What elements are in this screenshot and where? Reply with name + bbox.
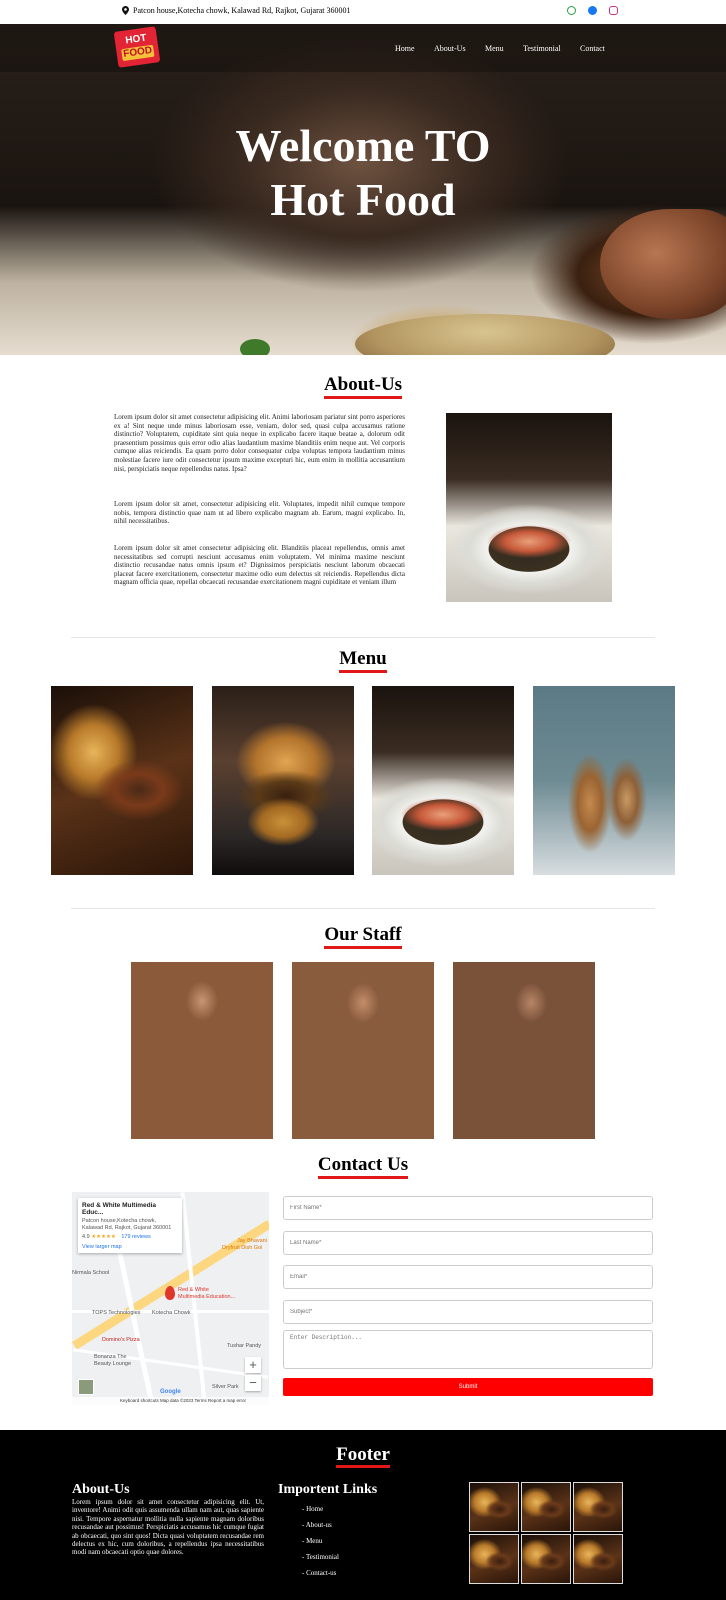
map-pin-label-2: Multimedia Education...	[178, 1294, 236, 1300]
staff-photo-2	[292, 962, 434, 1139]
google-logo: Google	[160, 1389, 181, 1395]
hero-herb-image	[240, 339, 270, 355]
footer: Footer About-Us Lorem ipsum dolor sit am…	[0, 1430, 726, 1600]
map-label: TOPS Technologies	[92, 1310, 141, 1316]
staff-section-title: Our Staff	[0, 924, 726, 949]
last-name-field[interactable]	[283, 1231, 653, 1255]
about-title-text: About-Us	[323, 375, 403, 399]
map-pin-label-1: Red & White	[178, 1287, 209, 1293]
about-section-title: About-Us	[0, 374, 726, 399]
menu-title-text: Menu	[339, 649, 387, 673]
nav-link-contact[interactable]: Contact	[580, 44, 605, 53]
divider	[71, 908, 655, 909]
embedded-map[interactable]: Red & White Multimedia Educ... Patcon ho…	[72, 1192, 269, 1405]
email-field[interactable]	[283, 1265, 653, 1289]
map-label: Dryfruit Dish Gol	[222, 1245, 263, 1251]
nav-link-about[interactable]: About-Us	[434, 44, 466, 53]
menu-item-drinks-image[interactable]	[533, 686, 675, 875]
logo-text-hot: HOT	[124, 32, 148, 47]
top-bar: Patcon house,Kotecha chowk, Kalawad Rd, …	[0, 0, 726, 24]
menu-item-salmon-image[interactable]	[372, 686, 514, 875]
footer-gallery-image	[521, 1482, 571, 1532]
footer-link-about[interactable]: - About-us	[302, 1521, 339, 1537]
nav-link-testimonial[interactable]: Testimonial	[523, 44, 561, 53]
footer-link-menu[interactable]: - Menu	[302, 1537, 339, 1553]
footer-gallery-image	[469, 1482, 519, 1532]
staff-photo-1	[131, 962, 273, 1139]
instagram-icon[interactable]	[609, 6, 618, 15]
social-links	[567, 6, 618, 15]
footer-gallery-image	[573, 1482, 623, 1532]
divider	[71, 637, 655, 638]
first-name-field[interactable]	[283, 1196, 653, 1220]
map-satellite-toggle[interactable]	[78, 1379, 94, 1395]
map-label: Jay Bhavani	[237, 1238, 267, 1244]
footer-gallery-image	[521, 1534, 571, 1584]
map-place-card: Red & White Multimedia Educ... Patcon ho…	[78, 1198, 182, 1253]
staff-photo-3	[453, 962, 595, 1139]
about-paragraph-2: Lorem ipsum dolor sit amet, consectetur …	[114, 500, 405, 526]
whatsapp-icon[interactable]	[567, 6, 576, 15]
map-label: Nirmala School	[72, 1270, 110, 1276]
staff-title-text: Our Staff	[324, 925, 402, 949]
contact-section-title: Contact Us	[0, 1154, 726, 1179]
logo-text-food: FOOD	[121, 44, 155, 62]
location-pin-icon	[122, 6, 129, 15]
nav-link-menu[interactable]: Menu	[485, 44, 504, 53]
contact-title-text: Contact Us	[317, 1155, 409, 1179]
menu-item-burger-image[interactable]	[212, 686, 354, 875]
map-place-address-line1: Patcon house,Kotecha chowk,	[82, 1218, 156, 1224]
map-footer: Keyboard shortcuts Map data ©2023 Terms …	[72, 1397, 269, 1405]
map-zoom-out-button[interactable]: −	[245, 1375, 261, 1391]
map-label: Domino's Pizza	[102, 1337, 140, 1343]
map-label: Bonanza The	[94, 1354, 127, 1360]
footer-about-text: Lorem ipsum dolor sit amet consectetur a…	[72, 1498, 264, 1557]
footer-title: Footer	[0, 1444, 726, 1468]
footer-gallery-image	[469, 1534, 519, 1584]
hero-heading: Welcome TO Hot Food	[0, 119, 726, 227]
address-bar: Patcon house,Kotecha chowk, Kalawad Rd, …	[122, 6, 351, 15]
map-zoom-in-button[interactable]: +	[245, 1357, 261, 1373]
footer-link-home[interactable]: - Home	[302, 1505, 339, 1521]
navbar	[0, 24, 726, 72]
footer-gallery-image	[573, 1534, 623, 1584]
map-place-address-line2: Kalawad Rd, Rajkot, Gujarat 360001	[82, 1225, 172, 1231]
hero-dumpling-bowl-image	[355, 314, 615, 355]
map-label: Kotecha Chowk	[152, 1310, 191, 1316]
description-textarea[interactable]	[283, 1330, 653, 1369]
footer-title-text: Footer	[336, 1445, 390, 1468]
map-label: Silver Park	[212, 1384, 239, 1390]
hero-heading-line2: Hot Food	[270, 174, 456, 225]
subject-field[interactable]	[283, 1300, 653, 1324]
hero-heading-line1: Welcome TO	[235, 120, 491, 171]
footer-about-heading: About-Us	[72, 1482, 130, 1497]
facebook-icon[interactable]	[588, 6, 597, 15]
site-logo[interactable]: HOT FOOD	[113, 26, 161, 68]
menu-item-fries-image[interactable]	[51, 686, 193, 875]
map-place-name: Red & White Multimedia Educ...	[82, 1202, 157, 1216]
about-paragraph-1: Lorem ipsum dolor sit amet consectetur a…	[114, 413, 405, 473]
map-reviews-link[interactable]: 179 reviews	[121, 1234, 150, 1240]
map-rating: 4.9	[82, 1234, 90, 1240]
star-rating-icon: ★★★★★	[91, 1234, 116, 1240]
footer-link-testimonial[interactable]: - Testimonial	[302, 1553, 339, 1569]
map-label: Tushar Pandy	[227, 1343, 262, 1349]
footer-links-list: - Home - About-us - Menu - Testimonial -…	[302, 1505, 339, 1585]
nav-link-home[interactable]: Home	[395, 44, 415, 53]
hero-banner: HOT FOOD Home About-Us Menu Testimonial …	[0, 24, 726, 355]
address-text: Patcon house,Kotecha chowk, Kalawad Rd, …	[133, 6, 351, 15]
footer-links-heading: Importent Links	[278, 1482, 378, 1497]
about-dish-image	[446, 413, 612, 602]
footer-link-contact[interactable]: - Contact-us	[302, 1569, 339, 1585]
view-larger-map-link[interactable]: View larger map	[82, 1244, 178, 1251]
menu-section-title: Menu	[0, 648, 726, 673]
map-marker-icon[interactable]	[165, 1286, 175, 1300]
map-label: Beauty Lounge	[94, 1361, 132, 1367]
submit-button[interactable]: Submit	[283, 1378, 653, 1396]
about-paragraph-3: Lorem ipsum dolor sit amet consectetur a…	[114, 544, 405, 587]
